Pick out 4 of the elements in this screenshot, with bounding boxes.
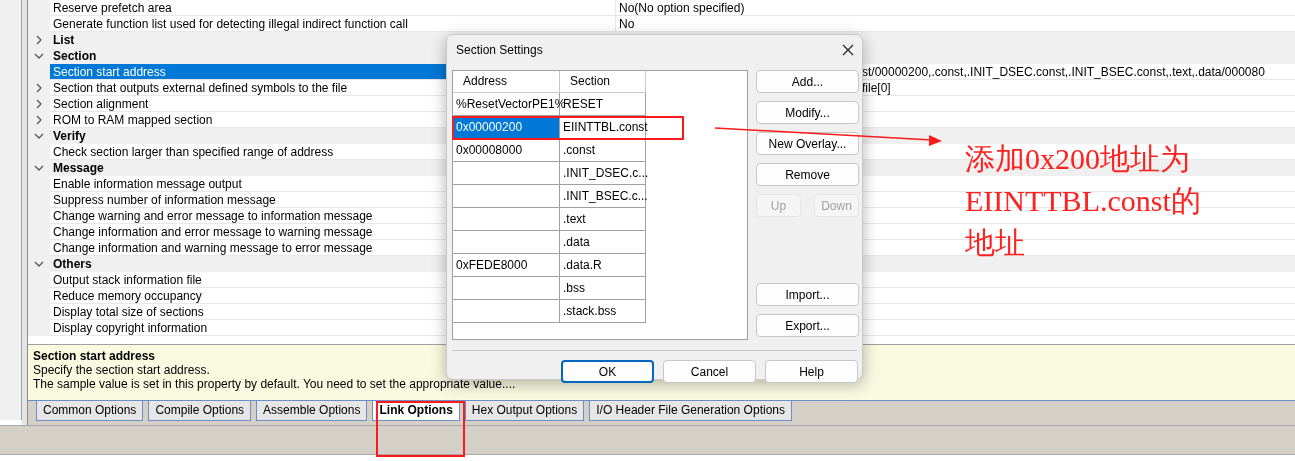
annotation-text: 添加0x200地址为 EIINTTBL.const的 地址: [965, 141, 1201, 261]
description-text: The sample value is set in this property by default. You need to set the appropriate value....: [33, 377, 516, 391]
description-text: Specify the section start address.: [33, 363, 210, 377]
description-title: Section start address: [33, 349, 156, 363]
